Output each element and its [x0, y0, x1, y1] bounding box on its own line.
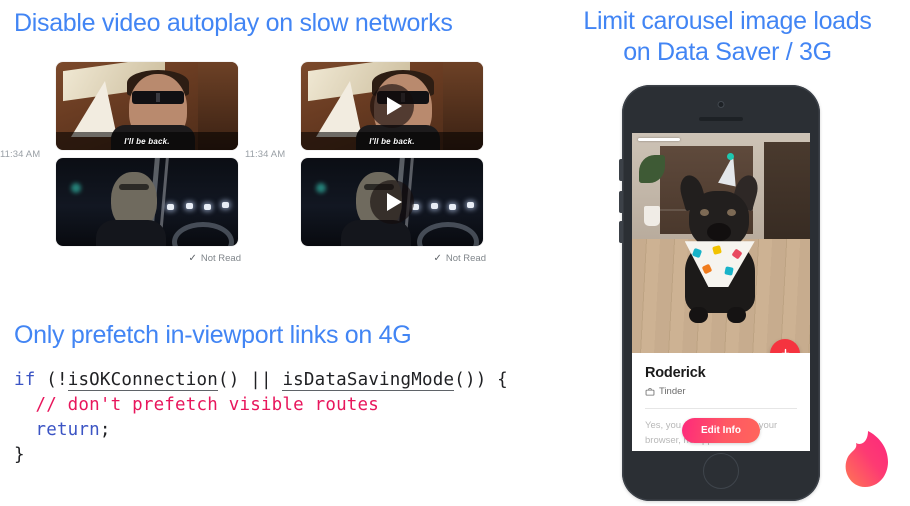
code-keyword-return: return — [14, 420, 100, 440]
thumbnail-torso-shape — [96, 219, 167, 246]
iphone-mockup: Roderick Tinder Yes, you can use Tinder … — [619, 85, 820, 501]
message-read-status: ✓ Not Read — [245, 253, 500, 264]
front-camera-icon — [717, 101, 725, 108]
message-timestamp: 11:34 AM — [0, 148, 41, 160]
dog-eye-right — [726, 209, 736, 217]
video-caption-bar: I'll be back. — [301, 132, 483, 150]
profile-photo[interactable] — [632, 133, 810, 353]
message-row: 11:34 AM I'll be back. — [0, 62, 255, 246]
dog-paw-left — [688, 307, 708, 324]
code-operator-or: () || — [218, 370, 283, 390]
thumbnail-wedge-shape — [70, 81, 117, 138]
video-thumbnail-terminator-night[interactable] — [301, 158, 483, 246]
message-row: 11:34 AM I'll be back. — [245, 62, 500, 246]
edit-info-button[interactable]: Edit Info — [682, 418, 760, 443]
code-brace-open: ()) { — [454, 370, 508, 390]
thumbnail-glow — [315, 182, 326, 193]
profile-source-row: Tinder — [645, 386, 797, 397]
code-comment: // don't prefetch visible routes — [14, 395, 380, 415]
message-block-without-play: 11:34 AM I'll be back. ✓ Not Read — [0, 62, 255, 264]
carousel-title-line-2: on Data Saver / 3G — [623, 37, 832, 66]
phone-screen: Roderick Tinder Yes, you can use Tinder … — [632, 133, 810, 451]
thumbnail-torso-shape — [341, 219, 412, 246]
thumbnail-wedge-shape — [315, 81, 362, 138]
code-keyword-if: if — [14, 370, 36, 390]
check-icon: ✓ — [433, 253, 442, 264]
code-function-isokconnection: isOKConnection — [67, 370, 219, 391]
read-status-label: Not Read — [445, 253, 486, 264]
earpiece-speaker — [699, 117, 743, 121]
video-caption-bar: I'll be back. — [56, 132, 238, 150]
autoplay-slide-title: Disable video autoplay on slow networks — [14, 9, 453, 37]
dog-eye-left — [699, 209, 709, 217]
play-triangle — [387, 193, 402, 211]
video-thumbnail-terminator-day[interactable]: I'll be back. — [301, 62, 483, 150]
prefetch-slide-title: Only prefetch in-viewport links on 4G — [14, 321, 412, 349]
play-icon[interactable] — [370, 180, 414, 224]
thumbnail-glow — [70, 182, 81, 193]
briefcase-icon — [645, 387, 655, 396]
photo-plant-pot — [644, 205, 661, 226]
thumbnail-steering-wheel — [417, 222, 480, 246]
carousel-slide-title: Limit carousel image loads on Data Saver… — [545, 6, 910, 67]
thumbnail-steering-wheel — [172, 222, 235, 246]
dog-snout — [706, 223, 731, 242]
tinder-flame-icon — [838, 430, 892, 488]
profile-name: Roderick — [645, 365, 706, 381]
video-thumbnail-terminator-night[interactable] — [56, 158, 238, 246]
profile-source-label: Tinder — [659, 386, 686, 397]
right-column: Limit carousel image loads on Data Saver… — [545, 0, 910, 506]
message-block-with-play: 11:34 AM I'll be back. ✓ Not Read — [245, 62, 500, 264]
code-semicolon: ; — [99, 420, 111, 440]
code-function-isdatasavingmode: isDataSavingMode — [282, 370, 455, 391]
dog-illustration — [675, 153, 767, 324]
code-brace-close: } — [14, 445, 25, 465]
profile-description-wrap: Yes, you can use Tinder in your browser,… — [632, 409, 810, 451]
video-thumbnail-group: I'll be back. — [301, 62, 483, 246]
left-column: Disable video autoplay on slow networks … — [0, 0, 545, 506]
check-icon: ✓ — [188, 253, 197, 264]
code-punctuation: (! — [35, 370, 68, 390]
home-button[interactable] — [703, 453, 739, 489]
code-sample: if (!isOKConnection() || isDataSavingMod… — [14, 368, 508, 468]
video-thumbnail-group: I'll be back. — [56, 62, 238, 246]
dog-paw-right — [726, 307, 746, 324]
sunglasses-shape — [132, 91, 185, 105]
video-caption-text: I'll be back. — [124, 136, 170, 146]
profile-card-info: Roderick Tinder — [632, 353, 810, 409]
play-triangle — [387, 97, 402, 115]
play-icon[interactable] — [370, 84, 414, 128]
thumbnail-city-lights — [410, 198, 479, 217]
message-timestamp: 11:34 AM — [245, 148, 286, 160]
carousel-progress-indicator — [638, 138, 680, 141]
thumbnail-city-lights — [165, 198, 234, 217]
message-read-status: ✓ Not Read — [0, 253, 255, 264]
read-status-label: Not Read — [200, 253, 241, 264]
party-hat-pompom — [726, 153, 734, 161]
carousel-title-line-1: Limit carousel image loads — [583, 7, 872, 35]
video-thumbnail-terminator-day[interactable]: I'll be back. — [56, 62, 238, 150]
video-caption-text: I'll be back. — [369, 136, 415, 146]
